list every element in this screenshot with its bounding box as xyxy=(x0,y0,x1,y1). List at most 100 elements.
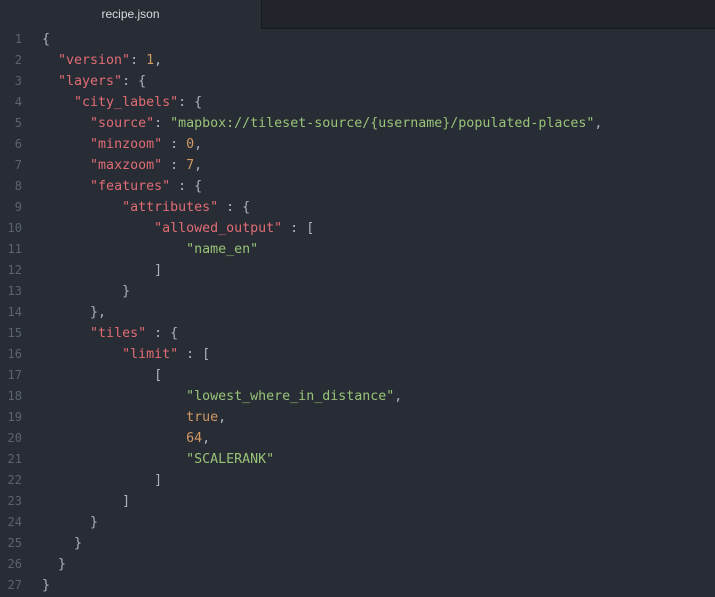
code-text: "allowed_output" : [ xyxy=(42,218,314,239)
json-key: "tiles" xyxy=(90,326,147,341)
json-punctuation: [ xyxy=(154,368,163,383)
tab-bar: recipe.json xyxy=(0,0,715,29)
line-number: 24 xyxy=(7,515,22,529)
json-punctuation: : xyxy=(162,137,187,152)
json-key: "allowed_output" xyxy=(154,221,283,236)
json-punctuation: } xyxy=(74,536,83,551)
line-number: 18 xyxy=(7,389,22,403)
code-text: "lowest_where_in_distance", xyxy=(42,386,402,407)
line-number: 7 xyxy=(14,158,22,172)
json-string: "SCALERANK" xyxy=(186,452,275,467)
code-text: [ xyxy=(42,365,162,386)
json-value: 7 xyxy=(186,158,195,173)
code-text: "version": 1, xyxy=(42,50,162,71)
json-punctuation: : xyxy=(162,158,187,173)
line-number: 2 xyxy=(14,53,22,67)
code-text: "minzoom" : 0, xyxy=(42,134,202,155)
line-number: 20 xyxy=(7,431,22,445)
json-punctuation: : xyxy=(154,116,171,131)
code-text: "limit" : [ xyxy=(42,344,210,365)
line-number: 17 xyxy=(7,368,22,382)
json-punctuation: , xyxy=(594,116,603,131)
json-punctuation: , xyxy=(218,410,227,425)
json-punctuation: : { xyxy=(178,95,203,110)
json-string: "mapbox://tileset-source/{username}/popu… xyxy=(170,116,595,131)
line-number: 9 xyxy=(14,200,22,214)
json-key: "source" xyxy=(90,116,155,131)
code-text: } xyxy=(42,575,50,596)
line-number: 10 xyxy=(7,221,22,235)
line-number: 13 xyxy=(7,284,22,298)
json-punctuation: } xyxy=(42,578,51,593)
line-number: 21 xyxy=(7,452,22,466)
code-text: ] xyxy=(42,491,130,512)
json-punctuation: ] xyxy=(154,263,163,278)
json-punctuation: ] xyxy=(154,473,163,488)
line-number: 12 xyxy=(7,263,22,277)
json-string: "name_en" xyxy=(186,242,259,257)
json-punctuation: : { xyxy=(122,74,147,89)
line-number: 15 xyxy=(7,326,22,340)
line-number: 1 xyxy=(14,32,22,46)
line-number: 8 xyxy=(14,179,22,193)
json-punctuation: { xyxy=(42,32,51,47)
json-value: 1 xyxy=(146,53,155,68)
line-number: 16 xyxy=(7,347,22,361)
code-text: true, xyxy=(42,407,226,428)
json-key: "features" xyxy=(90,179,171,194)
code-text: } xyxy=(42,281,130,302)
json-key: "version" xyxy=(58,53,131,68)
json-punctuation: , xyxy=(154,53,163,68)
code-text: "maxzoom" : 7, xyxy=(42,155,202,176)
line-number: 4 xyxy=(14,95,22,109)
json-key: "city_labels" xyxy=(74,95,179,110)
line-number: 27 xyxy=(7,578,22,592)
json-punctuation: : xyxy=(130,53,147,68)
code-text: } xyxy=(42,512,98,533)
code-text: "tiles" : { xyxy=(42,323,178,344)
json-punctuation: : { xyxy=(146,326,179,341)
json-key: "limit" xyxy=(122,347,179,362)
code-text: } xyxy=(42,554,66,575)
code-text: "attributes" : { xyxy=(42,197,250,218)
line-number: 6 xyxy=(14,137,22,151)
tab-title: recipe.json xyxy=(101,6,160,21)
code-editor[interactable]: 1{2 "version": 1, 3 "layers": {4 "city_la… xyxy=(0,29,715,597)
code-text: 64, xyxy=(42,428,210,449)
json-key: "minzoom" xyxy=(90,137,163,152)
code-text: "city_labels": { xyxy=(42,92,202,113)
code-text: "name_en" xyxy=(42,239,258,260)
tab-recipe-json[interactable]: recipe.json xyxy=(0,0,262,29)
json-punctuation: : [ xyxy=(178,347,211,362)
line-number: 11 xyxy=(7,242,22,256)
json-punctuation: , xyxy=(394,389,403,404)
json-string: "lowest_where_in_distance" xyxy=(186,389,395,404)
json-punctuation: : [ xyxy=(282,221,315,236)
code-text: } xyxy=(42,533,82,554)
line-number: 14 xyxy=(7,305,22,319)
json-punctuation: } xyxy=(58,557,67,572)
code-text: ] xyxy=(42,260,162,281)
line-number: 19 xyxy=(7,410,22,424)
code-text: { xyxy=(42,29,50,50)
code-text: "source": "mapbox://tileset-source/{user… xyxy=(42,113,602,134)
line-number: 22 xyxy=(7,473,22,487)
json-key: "attributes" xyxy=(122,200,219,215)
json-key: "layers" xyxy=(58,74,123,89)
json-punctuation: }, xyxy=(90,305,107,320)
json-punctuation: } xyxy=(90,515,99,530)
json-punctuation: , xyxy=(194,158,203,173)
line-number: 23 xyxy=(7,494,22,508)
code-text: }, xyxy=(42,302,106,323)
json-punctuation: : { xyxy=(218,200,251,215)
json-value: 0 xyxy=(186,137,195,152)
code-text: "features" : { xyxy=(42,176,202,197)
json-punctuation: , xyxy=(202,431,211,446)
json-value: 64 xyxy=(186,431,203,446)
json-punctuation: ] xyxy=(122,494,131,509)
json-key: "maxzoom" xyxy=(90,158,163,173)
code-text: "SCALERANK" xyxy=(42,449,274,470)
json-punctuation: , xyxy=(194,137,203,152)
json-punctuation: } xyxy=(122,284,131,299)
line-number: 26 xyxy=(7,557,22,571)
